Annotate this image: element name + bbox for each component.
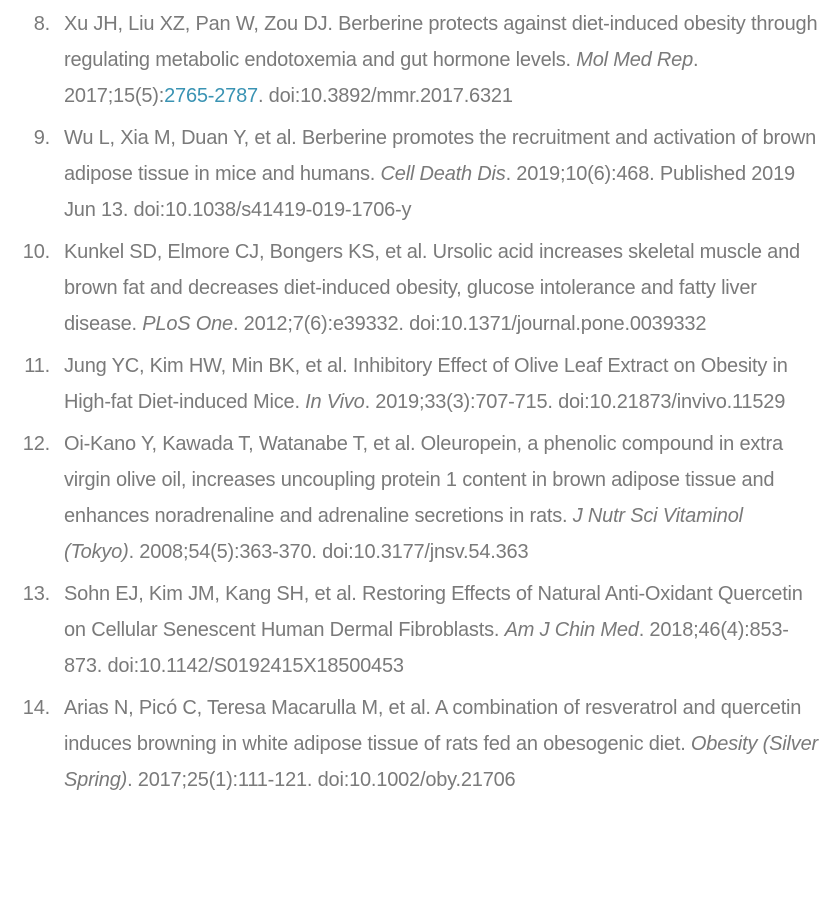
reference-citation: . 2019;33(3):707-715. doi:10.21873/inviv… <box>364 391 786 413</box>
reference-authors-title: Xu JH, Liu XZ, Pan W, Zou DJ. Berberine … <box>64 13 818 71</box>
journal-name: Am J Chin Med <box>504 619 639 641</box>
reference-number: 9. <box>33 127 50 149</box>
reference-text: Kunkel SD, Elmore CJ, Bongers KS, et al.… <box>64 234 818 342</box>
page-range-link[interactable]: 2765-2787 <box>164 85 258 107</box>
reference-item-10: 10. Kunkel SD, Elmore CJ, Bongers KS, et… <box>0 234 828 342</box>
reference-number: 12. <box>22 433 50 455</box>
reference-text: Oi-Kano Y, Kawada T, Watanabe T, et al. … <box>64 426 818 570</box>
reference-item-12: 12. Oi-Kano Y, Kawada T, Watanabe T, et … <box>0 426 828 570</box>
reference-item-8: 8. Xu JH, Liu XZ, Pan W, Zou DJ. Berberi… <box>0 6 828 114</box>
reference-number: 10. <box>22 241 50 263</box>
reference-text: Arias N, Picó C, Teresa Macarulla M, et … <box>64 690 818 798</box>
reference-citation: . 2008;54(5):363-370. doi:10.3177/jnsv.5… <box>128 541 529 563</box>
reference-text: Jung YC, Kim HW, Min BK, et al. Inhibito… <box>64 348 818 420</box>
journal-name: In Vivo <box>305 391 365 413</box>
journal-name: Mol Med Rep <box>576 49 694 71</box>
reference-list: 8. Xu JH, Liu XZ, Pan W, Zou DJ. Berberi… <box>0 0 828 798</box>
reference-number: 8. <box>33 13 50 35</box>
reference-item-14: 14. Arias N, Picó C, Teresa Macarulla M,… <box>0 690 828 798</box>
journal-name: Cell Death Dis <box>380 163 506 185</box>
reference-doi: . doi:10.3892/mmr.2017.6321 <box>257 85 513 107</box>
reference-citation: . 2012;7(6):e39332. doi:10.1371/journal.… <box>232 313 707 335</box>
reference-number: 13. <box>22 583 50 605</box>
reference-text: Wu L, Xia M, Duan Y, et al. Berberine pr… <box>64 120 818 228</box>
reference-text: Xu JH, Liu XZ, Pan W, Zou DJ. Berberine … <box>64 6 818 114</box>
journal-name: PLoS One <box>142 313 233 335</box>
reference-citation: . 2017;25(1):111-121. doi:10.1002/oby.21… <box>127 769 516 791</box>
reference-text: Sohn EJ, Kim JM, Kang SH, et al. Restori… <box>64 576 818 684</box>
reference-item-11: 11. Jung YC, Kim HW, Min BK, et al. Inhi… <box>0 348 828 420</box>
reference-number: 11. <box>24 355 50 377</box>
reference-number: 14. <box>22 697 50 719</box>
reference-item-9: 9. Wu L, Xia M, Duan Y, et al. Berberine… <box>0 120 828 228</box>
reference-item-13: 13. Sohn EJ, Kim JM, Kang SH, et al. Res… <box>0 576 828 684</box>
